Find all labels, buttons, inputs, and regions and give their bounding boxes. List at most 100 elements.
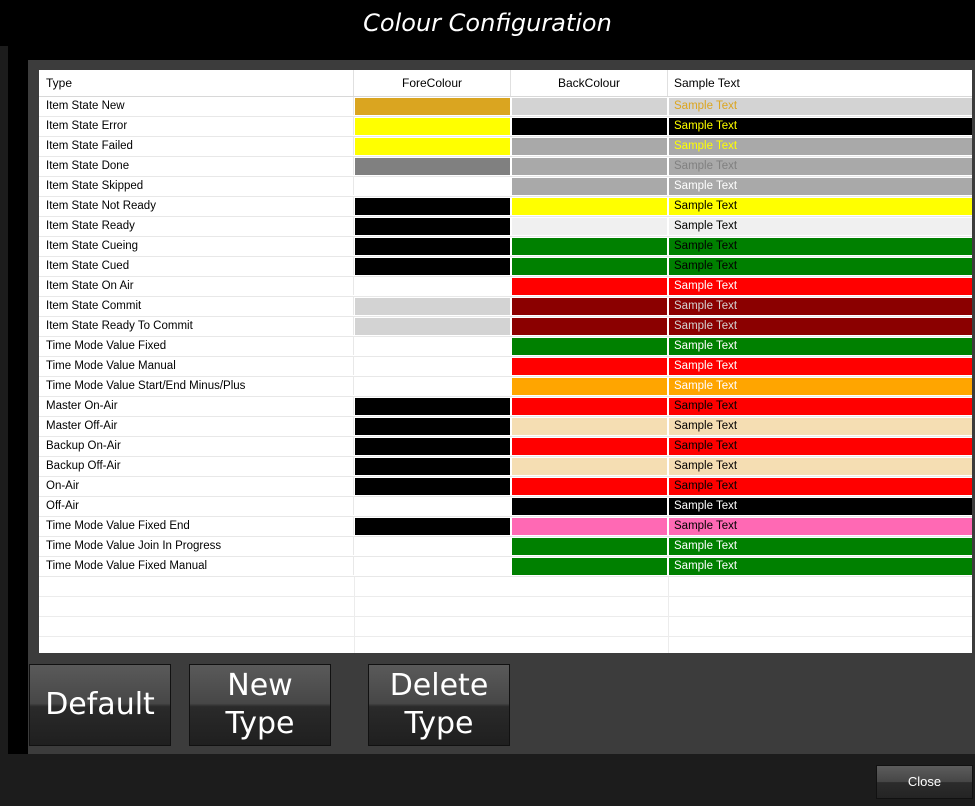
forecolour-swatch[interactable] [355, 338, 510, 355]
forecolour-swatch[interactable] [355, 458, 510, 475]
table-row[interactable]: Item State Not Ready Sample Text [39, 197, 972, 217]
type-cell[interactable]: On-Air [39, 477, 354, 495]
forecolour-swatch[interactable] [355, 278, 510, 295]
forecolour-swatch[interactable] [355, 238, 510, 255]
forecolour-swatch[interactable] [355, 198, 510, 215]
type-cell[interactable]: Backup On-Air [39, 437, 354, 455]
forecolour-swatch[interactable] [355, 158, 510, 175]
table-row[interactable]: Master On-Air Sample Text [39, 397, 972, 417]
close-button[interactable]: Close [876, 765, 973, 799]
forecolour-swatch[interactable] [355, 438, 510, 455]
type-cell[interactable]: Backup Off-Air [39, 457, 354, 475]
backcolour-swatch[interactable] [512, 118, 667, 135]
table-row[interactable]: Item State Error Sample Text [39, 117, 972, 137]
type-cell[interactable]: Item State Error [39, 117, 354, 135]
table-row[interactable]: Time Mode Value Join In Progress Sample T… [39, 537, 972, 557]
type-cell[interactable]: Item State On Air [39, 277, 354, 295]
forecolour-swatch[interactable] [355, 118, 510, 135]
backcolour-swatch[interactable] [512, 138, 667, 155]
type-cell[interactable]: Time Mode Value Fixed End [39, 517, 354, 535]
forecolour-swatch[interactable] [355, 498, 510, 515]
table-row[interactable]: Item State Skipped Sample Text [39, 177, 972, 197]
type-cell[interactable]: Time Mode Value Start/End Minus/Plus [39, 377, 354, 395]
table-row[interactable]: Item State Ready To Commit Sample Text [39, 317, 972, 337]
forecolour-swatch[interactable] [355, 538, 510, 555]
forecolour-swatch[interactable] [355, 298, 510, 315]
delete-type-button[interactable]: Delete Type [368, 664, 510, 746]
forecolour-swatch[interactable] [355, 138, 510, 155]
type-cell[interactable]: Master On-Air [39, 397, 354, 415]
backcolour-swatch[interactable] [512, 258, 667, 275]
type-cell[interactable]: Item State Cueing [39, 237, 354, 255]
backcolour-swatch[interactable] [512, 278, 667, 295]
table-row[interactable]: Time Mode Value Start/End Minus/Plus Samp… [39, 377, 972, 397]
table-row[interactable]: Item State On Air Sample Text [39, 277, 972, 297]
type-cell[interactable]: Master Off-Air [39, 417, 354, 435]
default-button[interactable]: Default [29, 664, 171, 746]
backcolour-swatch[interactable] [512, 558, 667, 575]
forecolour-swatch[interactable] [355, 318, 510, 335]
column-header-sample-text[interactable]: Sample Text [668, 70, 972, 96]
column-header-type[interactable]: Type [39, 70, 354, 96]
table-row[interactable]: Item State Done Sample Text [39, 157, 972, 177]
forecolour-swatch[interactable] [355, 418, 510, 435]
table-row[interactable]: Backup On-Air Sample Text [39, 437, 972, 457]
type-cell[interactable]: Item State Commit [39, 297, 354, 315]
column-header-backcolour[interactable]: BackColour [511, 70, 668, 96]
backcolour-swatch[interactable] [512, 358, 667, 375]
forecolour-swatch[interactable] [355, 358, 510, 375]
table-row[interactable]: Item State Cueing Sample Text [39, 237, 972, 257]
forecolour-swatch[interactable] [355, 178, 510, 195]
table-row[interactable]: Item State New Sample Text [39, 97, 972, 117]
new-type-button[interactable]: New Type [189, 664, 331, 746]
table-row[interactable]: Master Off-Air Sample Text [39, 417, 972, 437]
table-row[interactable]: Item State Cued Sample Text [39, 257, 972, 277]
table-row[interactable]: Item State Ready Sample Text [39, 217, 972, 237]
backcolour-swatch[interactable] [512, 338, 667, 355]
type-cell[interactable]: Time Mode Value Fixed [39, 337, 354, 355]
backcolour-swatch[interactable] [512, 198, 667, 215]
backcolour-swatch[interactable] [512, 398, 667, 415]
backcolour-swatch[interactable] [512, 238, 667, 255]
table-row[interactable]: Time Mode Value Fixed Sample Text [39, 337, 972, 357]
table-row[interactable]: Time Mode Value Fixed End Sample Text [39, 517, 972, 537]
table-row[interactable]: Off-Air Sample Text [39, 497, 972, 517]
forecolour-swatch[interactable] [355, 378, 510, 395]
forecolour-swatch[interactable] [355, 518, 510, 535]
backcolour-swatch[interactable] [512, 378, 667, 395]
backcolour-swatch[interactable] [512, 458, 667, 475]
type-cell[interactable]: Item State Cued [39, 257, 354, 275]
forecolour-swatch[interactable] [355, 558, 510, 575]
table-row[interactable]: On-Air Sample Text [39, 477, 972, 497]
backcolour-swatch[interactable] [512, 318, 667, 335]
type-cell[interactable]: Item State Ready To Commit [39, 317, 354, 335]
backcolour-swatch[interactable] [512, 438, 667, 455]
backcolour-swatch[interactable] [512, 498, 667, 515]
type-cell[interactable]: Time Mode Value Manual [39, 357, 354, 375]
type-cell[interactable]: Off-Air [39, 497, 354, 515]
table-row[interactable]: Time Mode Value Fixed Manual Sample Text [39, 557, 972, 577]
column-header-forecolour[interactable]: ForeColour [354, 70, 511, 96]
table-row[interactable]: Item State Failed Sample Text [39, 137, 972, 157]
type-cell[interactable]: Time Mode Value Fixed Manual [39, 557, 354, 575]
backcolour-swatch[interactable] [512, 98, 667, 115]
backcolour-swatch[interactable] [512, 158, 667, 175]
forecolour-swatch[interactable] [355, 218, 510, 235]
table-row[interactable]: Backup Off-Air Sample Text [39, 457, 972, 477]
backcolour-swatch[interactable] [512, 298, 667, 315]
backcolour-swatch[interactable] [512, 418, 667, 435]
backcolour-swatch[interactable] [512, 218, 667, 235]
table-row[interactable]: Time Mode Value Manual Sample Text [39, 357, 972, 377]
forecolour-swatch[interactable] [355, 478, 510, 495]
forecolour-swatch[interactable] [355, 398, 510, 415]
type-cell[interactable]: Item State New [39, 97, 354, 115]
type-cell[interactable]: Item State Skipped [39, 177, 354, 195]
backcolour-swatch[interactable] [512, 518, 667, 535]
type-cell[interactable]: Time Mode Value Join In Progress [39, 537, 354, 555]
forecolour-swatch[interactable] [355, 258, 510, 275]
type-cell[interactable]: Item State Failed [39, 137, 354, 155]
forecolour-swatch[interactable] [355, 98, 510, 115]
backcolour-swatch[interactable] [512, 478, 667, 495]
table-row[interactable]: Item State Commit Sample Text [39, 297, 972, 317]
type-cell[interactable]: Item State Not Ready [39, 197, 354, 215]
